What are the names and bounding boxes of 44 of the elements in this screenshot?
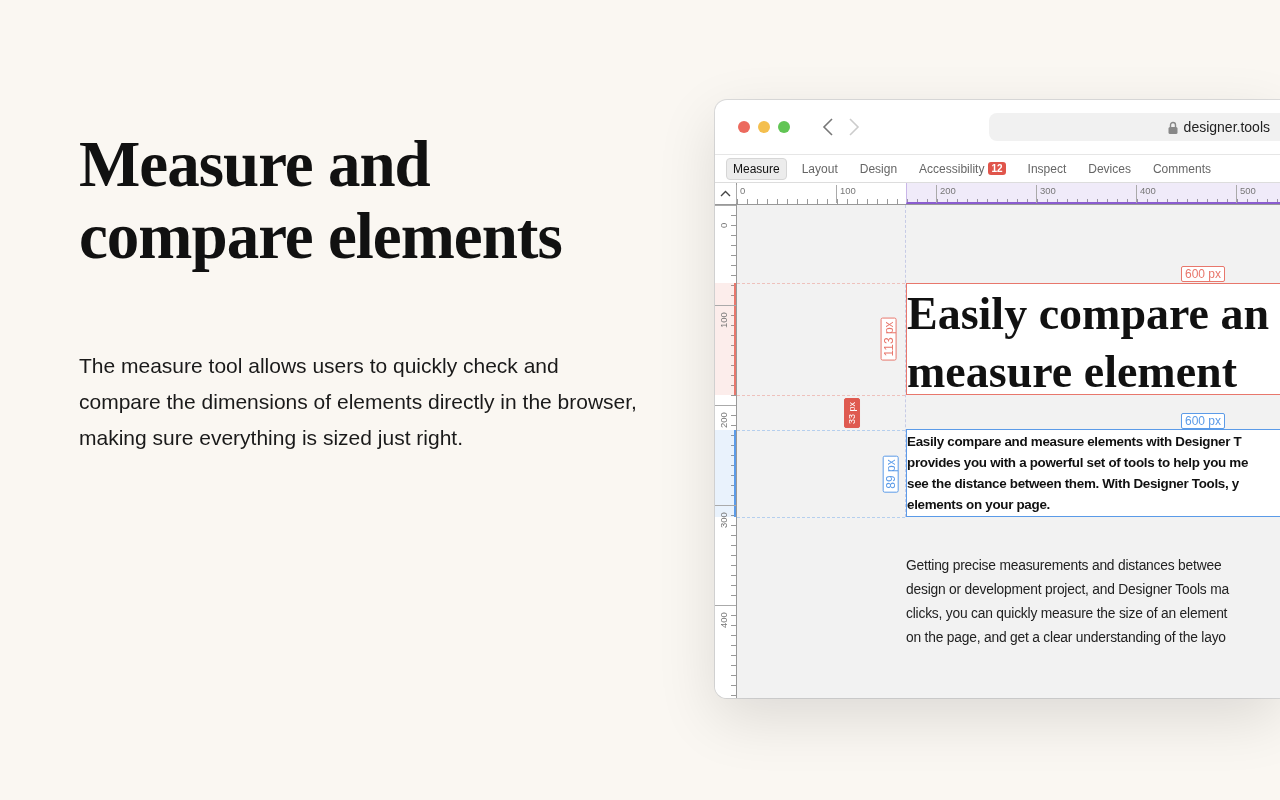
hero-title: Measure and compare elements — [79, 128, 563, 272]
lock-icon — [1167, 120, 1178, 134]
text-line: elements on your page. — [907, 496, 1050, 514]
close-button[interactable] — [738, 121, 750, 133]
text-line: Getting precise measurements and distances betwee — [906, 557, 1222, 575]
ruler-label: 200 — [718, 412, 729, 428]
height-label: 89 px — [882, 454, 899, 493]
ruler-label: 0 — [718, 222, 729, 228]
toolbar-tab[interactable]: Layout — [794, 157, 845, 180]
ruler-label: 100 — [836, 185, 856, 203]
ruler-label: 400 — [718, 612, 729, 628]
heading-line: measure element — [907, 345, 1237, 399]
text-line: design or development project, and Designer Tools ma — [906, 581, 1229, 599]
toolbar-tab[interactable]: Inspect — [1020, 157, 1074, 180]
hero-description: The measure tool allows users to quickly check and compare the dimensions of elements directly in the browser, making sure everything is sized just right. — [79, 353, 638, 451]
toolbar-tab[interactable]: Accessibility 12 — [912, 157, 1013, 180]
ruler-label: 400 — [1136, 185, 1156, 203]
maximize-button[interactable] — [778, 121, 790, 133]
address-bar[interactable]: designer.tools — [989, 113, 1280, 141]
text-line: on the page, and get a clear understanding of the layo — [906, 629, 1226, 647]
toolbar-tab[interactable]: Comments — [1145, 157, 1218, 180]
ruler-label: 500 — [1236, 185, 1256, 203]
width-label: 600 px — [1181, 266, 1226, 282]
back-icon[interactable] — [822, 118, 834, 136]
text-line: see the distance between them. With Designer Tools, y — [907, 475, 1239, 493]
ruler-label: 200 — [936, 185, 956, 203]
toolbar-tab[interactable]: Measure — [726, 157, 787, 180]
height-label: 113 px — [880, 317, 897, 361]
text-line: clicks, you can quickly measure the size of an element — [906, 605, 1228, 623]
toolbar-tab[interactable]: Devices — [1081, 157, 1138, 180]
heading-line: Easily compare an — [907, 287, 1270, 341]
text-line: Easily compare and measure elements with Designer T — [907, 433, 1242, 451]
ruler-label: 300 — [718, 512, 729, 528]
text-line: provides you with a powerful set of tools to help you me — [907, 454, 1249, 472]
ruler-label: 0 — [736, 185, 746, 203]
count-badge: 12 — [988, 162, 1006, 175]
toolbar-tab[interactable]: Design — [852, 157, 905, 180]
ruler-label: 300 — [1036, 185, 1056, 203]
minimize-button[interactable] — [758, 121, 770, 133]
gap-label: 33 px — [844, 398, 860, 428]
width-label: 600 px — [1181, 413, 1226, 429]
forward-icon[interactable] — [848, 118, 860, 136]
caret-up-icon[interactable] — [720, 190, 731, 197]
ruler-label: 100 — [718, 312, 729, 328]
